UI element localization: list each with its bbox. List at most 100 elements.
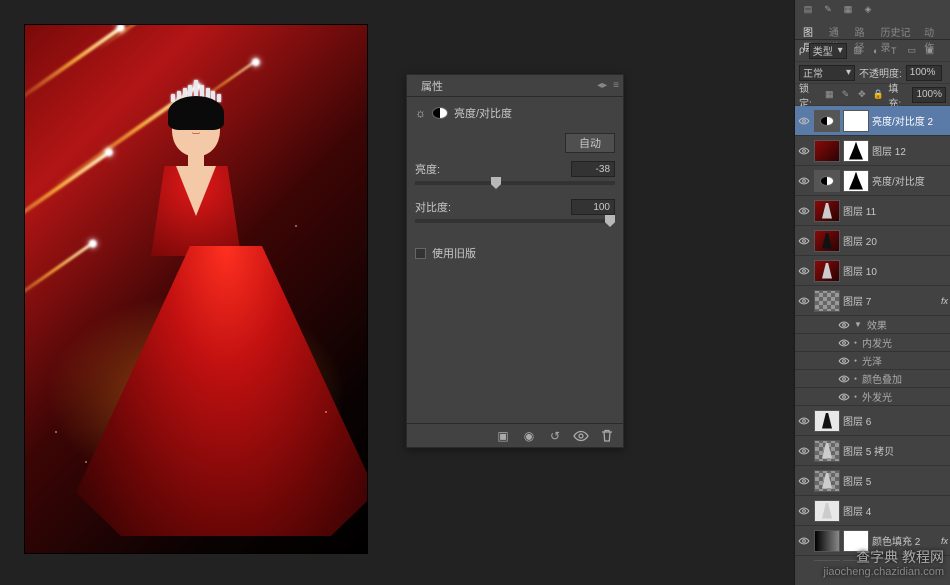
legacy-checkbox[interactable] xyxy=(415,248,426,259)
filter-type-dropdown[interactable]: 类型▾ xyxy=(809,43,847,59)
layer-name[interactable]: 图层 4 xyxy=(843,503,948,518)
visibility-toggle[interactable] xyxy=(837,390,851,404)
effect-item[interactable]: ●外发光 xyxy=(795,388,950,406)
visibility-toggle[interactable] xyxy=(797,414,811,428)
effect-item[interactable]: ●内发光 xyxy=(795,334,950,352)
layer-thumbnail[interactable] xyxy=(814,170,840,192)
layer-thumbnail[interactable] xyxy=(814,530,840,552)
visibility-toggle[interactable] xyxy=(797,234,811,248)
layer-name[interactable]: 亮度/对比度 2 xyxy=(872,113,948,128)
visibility-toggle[interactable] xyxy=(797,144,811,158)
opacity-input[interactable]: 100% xyxy=(906,65,942,81)
lock-pixels-icon[interactable]: ✎ xyxy=(839,88,851,102)
visibility-toggle[interactable] xyxy=(837,318,851,332)
properties-tab[interactable]: 属性 xyxy=(413,75,451,97)
layer-name[interactable]: 图层 10 xyxy=(843,263,948,278)
document-canvas[interactable]: ‿ xyxy=(24,24,368,554)
layer-mask-thumbnail[interactable] xyxy=(843,140,869,162)
layer-name[interactable]: 图层 5 xyxy=(843,473,948,488)
layer-row[interactable]: 图层 11 xyxy=(795,196,950,226)
layer-row[interactable]: 图层 5 拷贝 xyxy=(795,436,950,466)
layer-name[interactable]: 图层 12 xyxy=(872,143,948,158)
layer-name[interactable]: 图层 11 xyxy=(843,203,948,218)
view-previous-icon[interactable]: ◉ xyxy=(521,428,537,444)
lock-all-icon[interactable]: 🔒 xyxy=(872,88,884,102)
layer-row[interactable]: 图层 12 xyxy=(795,136,950,166)
visibility-toggle[interactable] xyxy=(797,504,811,518)
layer-row[interactable]: 亮度/对比度 xyxy=(795,166,950,196)
layer-thumbnail[interactable] xyxy=(814,410,840,432)
visibility-toggle[interactable] xyxy=(837,354,851,368)
trash-icon[interactable] xyxy=(599,428,615,444)
layer-name[interactable]: 颜色填充 2 xyxy=(872,533,948,548)
layer-row[interactable]: 颜色填充 2fx xyxy=(795,526,950,556)
layer-thumbnail[interactable] xyxy=(814,140,840,162)
fx-badge[interactable]: fx xyxy=(941,536,948,546)
visibility-toggle[interactable] xyxy=(797,204,811,218)
visibility-toggle[interactable] xyxy=(797,174,811,188)
toggle-visibility-icon[interactable] xyxy=(573,428,589,444)
visibility-toggle[interactable] xyxy=(797,114,811,128)
layer-row[interactable]: 图层 7fx xyxy=(795,286,950,316)
contrast-value-input[interactable] xyxy=(571,199,615,215)
reset-icon[interactable]: ↺ xyxy=(547,428,563,444)
swatch-icon[interactable]: ▦ xyxy=(841,2,855,16)
layer-name[interactable]: 图层 7 xyxy=(843,293,948,308)
layer-row[interactable]: 亮度/对比度 2 xyxy=(795,106,950,136)
visibility-toggle[interactable] xyxy=(797,444,811,458)
layer-thumbnail[interactable] xyxy=(814,290,840,312)
layer-row[interactable]: 图层 5 xyxy=(795,466,950,496)
visibility-toggle[interactable] xyxy=(797,474,811,488)
filter-adjust-icon[interactable]: ◐ xyxy=(869,44,883,58)
layer-thumbnail[interactable] xyxy=(814,230,840,252)
layer-row[interactable]: 图层 4 xyxy=(795,496,950,526)
brightness-slider-thumb[interactable] xyxy=(491,177,501,189)
layer-thumbnail[interactable] xyxy=(814,260,840,282)
tab-channels[interactable]: 通道 xyxy=(829,22,847,39)
style-icon[interactable]: ◈ xyxy=(861,2,875,16)
brush-icon[interactable]: ✎ xyxy=(821,2,835,16)
filter-smart-icon[interactable]: ▣ xyxy=(923,44,937,58)
layer-thumbnail[interactable] xyxy=(814,560,840,562)
filter-pixel-icon[interactable]: ▨ xyxy=(851,44,865,58)
tab-layers[interactable]: 图层 xyxy=(803,22,821,39)
flyout-menu-icon[interactable]: ≡ xyxy=(613,80,619,91)
contrast-slider[interactable] xyxy=(415,219,615,223)
layer-thumbnail[interactable] xyxy=(814,500,840,522)
visibility-toggle[interactable] xyxy=(797,534,811,548)
visibility-toggle[interactable] xyxy=(797,264,811,278)
layer-thumbnail[interactable] xyxy=(814,110,840,132)
fx-badge[interactable]: fx xyxy=(941,296,948,306)
layer-thumbnail[interactable] xyxy=(814,200,840,222)
layer-row[interactable]: 颜色填充 1 xyxy=(795,556,950,561)
clip-to-layer-icon[interactable]: ▣ xyxy=(495,428,511,444)
collapse-icon[interactable]: ◂▸ xyxy=(597,80,607,91)
visibility-toggle[interactable] xyxy=(837,336,851,350)
effect-item[interactable]: ●光泽 xyxy=(795,352,950,370)
layer-name[interactable]: 图层 6 xyxy=(843,413,948,428)
layer-mask-thumbnail[interactable] xyxy=(843,170,869,192)
tool-preset-icon[interactable]: ▤ xyxy=(801,2,815,16)
layer-row[interactable]: 图层 10 xyxy=(795,256,950,286)
brightness-slider[interactable] xyxy=(415,181,615,185)
fill-input[interactable]: 100% xyxy=(912,87,946,103)
layer-thumbnail[interactable] xyxy=(814,470,840,492)
layer-mask-thumbnail[interactable] xyxy=(843,530,869,552)
layer-row[interactable]: 图层 6 xyxy=(795,406,950,436)
contrast-slider-thumb[interactable] xyxy=(605,215,615,227)
effect-item[interactable]: ●颜色叠加 xyxy=(795,370,950,388)
layer-mask-thumbnail[interactable] xyxy=(843,560,869,562)
layer-row[interactable]: 图层 20 xyxy=(795,226,950,256)
visibility-toggle[interactable] xyxy=(837,372,851,386)
brightness-value-input[interactable] xyxy=(571,161,615,177)
lock-position-icon[interactable]: ✥ xyxy=(856,88,868,102)
effects-header[interactable]: ▼效果 xyxy=(795,316,950,334)
layer-name[interactable]: 图层 20 xyxy=(843,233,948,248)
layer-name[interactable]: 图层 5 拷贝 xyxy=(843,443,948,458)
tab-actions[interactable]: 动作 xyxy=(924,22,942,39)
auto-button[interactable]: 自动 xyxy=(565,133,615,153)
filter-text-icon[interactable]: T xyxy=(887,44,901,58)
filter-shape-icon[interactable]: ▭ xyxy=(905,44,919,58)
layer-name[interactable]: 亮度/对比度 xyxy=(872,173,948,188)
visibility-toggle[interactable] xyxy=(797,294,811,308)
